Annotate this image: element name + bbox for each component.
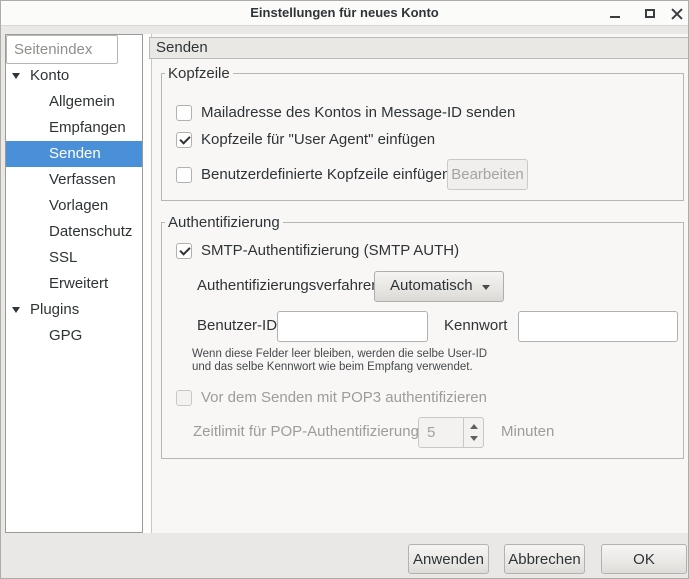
auth-method-dropdown[interactable]: Automatisch xyxy=(374,271,504,302)
ok-button[interactable]: OK xyxy=(601,544,687,574)
pop-timeout-spinner[interactable]: 5 xyxy=(418,417,484,448)
pop-timeout-value: 5 xyxy=(427,424,435,441)
sidebar-item-label: Plugins xyxy=(6,297,142,323)
kopfzeile-group-title: Kopfzeile xyxy=(165,65,233,82)
sidebar-item-erweitert[interactable]: Erweitert xyxy=(6,271,142,297)
sidebar-item-label: Senden xyxy=(6,141,142,167)
sidebar-item-ssl[interactable]: SSL xyxy=(6,245,142,271)
sidebar-item-label: GPG xyxy=(6,323,142,349)
pop3-before-send-label: Vor dem Senden mit POP3 authentifizieren xyxy=(201,389,487,407)
custom-header-label: Benutzerdefinierte Kopfzeile einfügen xyxy=(201,166,450,184)
user-agent-checkbox[interactable] xyxy=(176,132,192,148)
pop-timeout-unit-label: Minuten xyxy=(501,423,554,441)
auth-hint-text: Wenn diese Felder leer bleiben, werden d… xyxy=(192,348,497,374)
maximize-button[interactable] xyxy=(637,2,663,25)
spinner-buttons xyxy=(463,418,483,447)
sidebar-item-gpg[interactable]: GPG xyxy=(6,323,142,349)
sidebar-item-label: Vorlagen xyxy=(6,193,142,219)
sidebar-item-senden[interactable]: Senden xyxy=(6,141,142,167)
auth-method-value: Automatisch xyxy=(390,277,473,294)
apply-button[interactable]: Anwenden xyxy=(408,544,489,574)
sidebar-item-datenschutz[interactable]: Datenschutz xyxy=(6,219,142,245)
cancel-button[interactable]: Abbrechen xyxy=(504,544,585,574)
authentication-group-title: Authentifizierung xyxy=(165,214,283,231)
smtp-auth-label: SMTP-Authentifizierung (SMTP AUTH) xyxy=(201,242,459,260)
sidebar-item-vorlagen[interactable]: Vorlagen xyxy=(6,193,142,219)
maximize-icon xyxy=(645,9,655,18)
user-agent-label: Kopfzeile für "User Agent" einfügen xyxy=(201,131,435,149)
expander-icon[interactable] xyxy=(12,73,20,79)
account-settings-window: Einstellungen für neues Konto Konto Allg… xyxy=(0,0,689,579)
sidebar-item-plugins[interactable]: Plugins xyxy=(6,297,142,323)
sidebar-item-konto[interactable]: Konto xyxy=(6,63,142,89)
user-id-label: Benutzer-ID xyxy=(197,317,277,335)
sidebar-item-label: Empfangen xyxy=(6,115,142,141)
page-index-sidebar: Konto Allgemein Empfangen Senden Verfass… xyxy=(5,34,143,533)
custom-header-checkbox[interactable] xyxy=(176,167,192,183)
sidebar-item-label: Konto xyxy=(6,63,142,89)
ok-button-label: OK xyxy=(633,551,655,568)
sidebar-item-label: Erweitert xyxy=(6,271,142,297)
auth-method-label: Authentifizierungsverfahren xyxy=(197,277,380,295)
spinner-down-icon[interactable] xyxy=(470,436,478,441)
titlebar: Einstellungen für neues Konto xyxy=(1,1,688,26)
chevron-down-icon xyxy=(482,285,490,290)
smtp-auth-checkbox[interactable] xyxy=(176,243,192,259)
sidebar-item-label: Allgemein xyxy=(6,89,142,115)
spinner-up-icon[interactable] xyxy=(470,424,478,429)
page-title: Senden xyxy=(149,37,689,59)
sidebar-item-label: SSL xyxy=(6,245,142,271)
apply-button-label: Anwenden xyxy=(413,551,484,568)
minimize-button[interactable] xyxy=(602,2,628,25)
close-button[interactable] xyxy=(664,2,689,25)
page-index-filter-input[interactable] xyxy=(6,35,118,64)
edit-headers-button-label: Bearbeiten xyxy=(451,166,524,183)
message-id-label: Mailadresse des Kontos in Message-ID sen… xyxy=(201,104,515,122)
message-id-checkbox[interactable] xyxy=(176,105,192,121)
cancel-button-label: Abbrechen xyxy=(508,551,581,568)
sidebar-item-allgemein[interactable]: Allgemein xyxy=(6,89,142,115)
close-icon xyxy=(671,8,683,20)
pop3-before-send-checkbox[interactable] xyxy=(176,390,192,406)
sidebar-item-label: Verfassen xyxy=(6,167,142,193)
password-label: Kennwort xyxy=(444,317,507,335)
pane-splitter[interactable] xyxy=(143,34,151,533)
password-input[interactable] xyxy=(518,311,678,342)
edit-headers-button[interactable]: Bearbeiten xyxy=(447,159,528,190)
pop-timeout-label: Zeitlimit für POP-Authentifizierung: xyxy=(193,423,423,441)
sidebar-item-label: Datenschutz xyxy=(6,219,142,245)
expander-icon[interactable] xyxy=(12,307,20,313)
window-title: Einstellungen für neues Konto xyxy=(1,5,688,20)
sidebar-item-empfangen[interactable]: Empfangen xyxy=(6,115,142,141)
user-id-input[interactable] xyxy=(277,311,428,342)
sidebar-item-verfassen[interactable]: Verfassen xyxy=(6,167,142,193)
minimize-icon xyxy=(610,16,620,18)
